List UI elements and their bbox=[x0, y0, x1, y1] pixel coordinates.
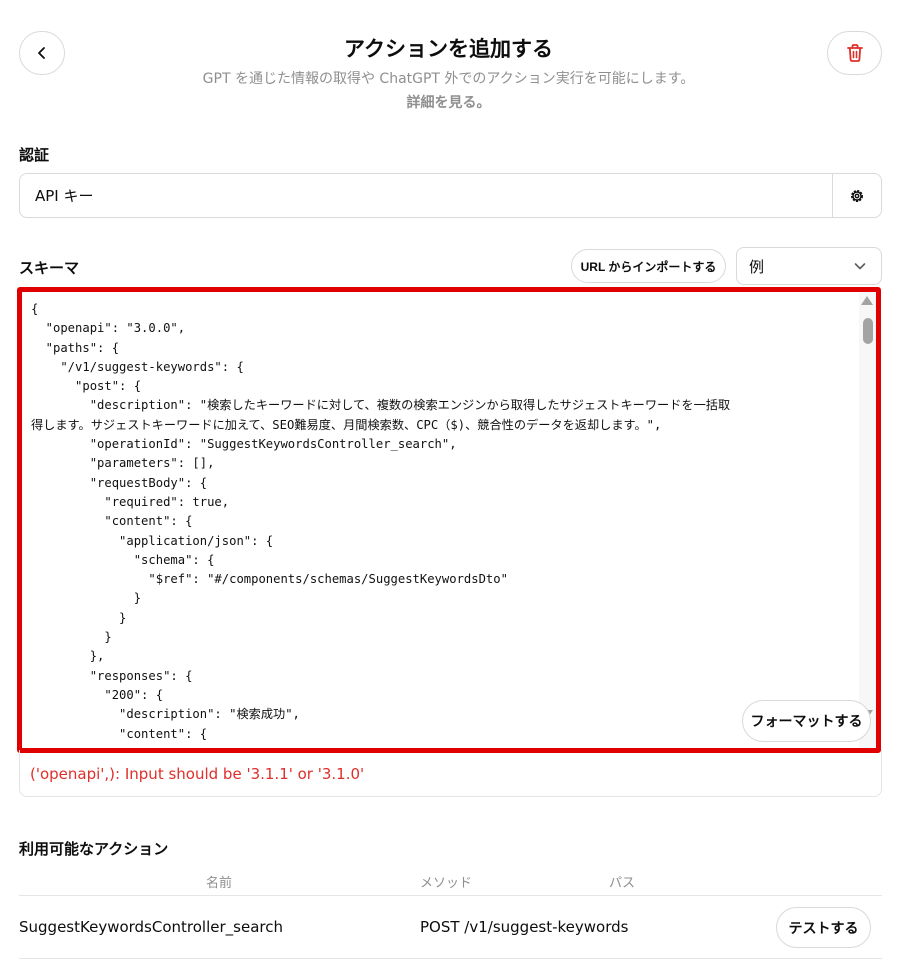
delete-button[interactable] bbox=[827, 31, 882, 75]
code-line: "description": "検索成功", bbox=[31, 707, 300, 722]
table-divider bbox=[19, 895, 882, 896]
trash-icon bbox=[846, 44, 863, 62]
page-title: アクションを追加する bbox=[344, 37, 553, 61]
format-button[interactable]: フォーマットする bbox=[742, 700, 871, 742]
code-line: "responses": { bbox=[31, 668, 193, 683]
import-from-url-button[interactable]: URL からインポートする bbox=[571, 249, 726, 283]
code-line: "/v1/suggest-keywords": { bbox=[31, 359, 244, 374]
code-line: "description": "検索したキーワードに対して、複数の検索エンジンか… bbox=[31, 398, 731, 413]
schema-scrollbar[interactable] bbox=[859, 292, 876, 748]
schema-error-text: ('openapi',): Input should be '3.1.1' or… bbox=[30, 765, 365, 783]
code-line: { bbox=[31, 302, 39, 316]
code-line: "post": { bbox=[31, 379, 142, 394]
action-name: SuggestKeywordsController_search bbox=[19, 918, 283, 936]
schema-error-box: ('openapi',): Input should be '3.1.1' or… bbox=[19, 750, 882, 797]
code-line: } bbox=[31, 630, 112, 645]
page-subtitle: GPT を通じた情報の取得や ChatGPT 外でのアクション実行を可能にします… bbox=[202, 71, 695, 87]
test-action-button[interactable]: テストする bbox=[776, 907, 871, 948]
code-line: "application/json": { bbox=[31, 533, 274, 548]
learn-more-link[interactable]: 詳細を見る。 bbox=[0, 92, 897, 112]
action-method-path: POST /v1/suggest-keywords bbox=[420, 918, 629, 936]
code-line: "200": { bbox=[31, 687, 164, 702]
example-select-value: 例 bbox=[749, 257, 765, 276]
schema-label: スキーマ bbox=[19, 259, 80, 277]
code-line: "content": { bbox=[31, 514, 193, 529]
code-line: }, bbox=[31, 649, 105, 664]
code-line: "required": true, bbox=[31, 494, 230, 509]
code-line: "openapi": "3.0.0", bbox=[31, 321, 186, 336]
chevron-down-icon bbox=[854, 263, 866, 270]
column-header-method: メソッド bbox=[420, 876, 473, 891]
scroll-up-arrow[interactable] bbox=[861, 296, 873, 305]
auth-label: 認証 bbox=[19, 146, 50, 164]
code-line: "parameters": [], bbox=[31, 456, 215, 471]
schema-editor[interactable]: { "openapi": "3.0.0", "paths": { "/v1/su… bbox=[17, 287, 881, 753]
auth-field[interactable]: API キー bbox=[19, 173, 882, 218]
code-line: "$ref": "#/components/schemas/SuggestKey… bbox=[31, 572, 508, 587]
code-line: 得します。サジェストキーワードに加えて、SEO難易度、月間検索数、CPC（$)、… bbox=[31, 417, 662, 432]
code-line: "operationId": "SuggestKeywordsControlle… bbox=[31, 437, 457, 452]
gear-icon bbox=[851, 189, 863, 202]
code-line: "content": { bbox=[31, 726, 208, 741]
example-select[interactable]: 例 bbox=[736, 247, 882, 285]
actions-label: 利用可能なアクション bbox=[19, 840, 169, 858]
code-line: "paths": { bbox=[31, 340, 120, 355]
code-line: } bbox=[31, 610, 127, 625]
scroll-thumb[interactable] bbox=[863, 318, 873, 344]
column-header-name: 名前 bbox=[206, 876, 233, 891]
code-line: "schema": { bbox=[31, 552, 215, 567]
code-line: "requestBody": { bbox=[31, 475, 208, 490]
schema-code[interactable]: { "openapi": "3.0.0", "paths": { "/v1/su… bbox=[31, 300, 851, 744]
column-header-path: パス bbox=[609, 876, 636, 891]
code-line: } bbox=[31, 591, 142, 606]
auth-settings-button[interactable] bbox=[832, 174, 881, 217]
table-divider bbox=[19, 958, 882, 959]
auth-value: API キー bbox=[35, 187, 94, 205]
